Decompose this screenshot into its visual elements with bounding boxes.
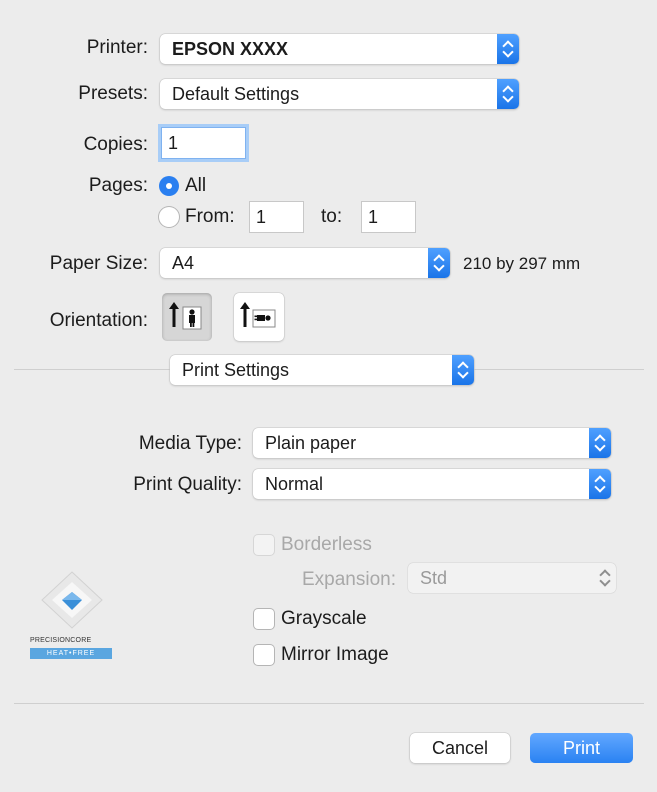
pages-from-label: From: — [185, 206, 235, 227]
expansion-popup[interactable]: Std — [408, 563, 616, 593]
mirror-image-checkbox[interactable] — [254, 645, 274, 665]
print-quality-value: Normal — [265, 474, 324, 494]
logo-text-line2: HEAT•FREE — [30, 648, 112, 659]
landscape-icon — [240, 302, 276, 328]
paper-size-dimensions: 210 by 297 mm — [463, 254, 581, 273]
precisioncore-logo: PRECISIONCORE HEAT•FREE — [26, 568, 118, 666]
pages-to-label: to: — [321, 206, 343, 227]
expansion-value: Std — [420, 568, 448, 588]
paper-size-label: Paper Size: — [49, 253, 148, 274]
paper-size-value: A4 — [172, 253, 195, 273]
copies-field[interactable]: 1 — [162, 128, 245, 158]
pages-from-field[interactable]: 1 — [250, 202, 303, 232]
printer-popup[interactable]: EPSON XXXX — [160, 34, 519, 64]
media-type-label: Media Type: — [138, 433, 242, 454]
grayscale-label: Grayscale — [281, 608, 367, 629]
pages-label: Pages: — [88, 175, 148, 196]
printer-label: Printer: — [86, 37, 148, 58]
presets-popup[interactable]: Default Settings — [160, 79, 519, 109]
orientation-landscape-button[interactable] — [234, 293, 284, 341]
cancel-button[interactable]: Cancel — [410, 733, 510, 763]
section-popup[interactable]: Print Settings — [170, 355, 474, 385]
pages-to-field[interactable]: 1 — [362, 202, 415, 232]
print-dialog: Printer: EPSON XXXX Presets: Default Set… — [0, 0, 657, 792]
copies-label: Copies: — [83, 134, 148, 155]
logo-text-line1: PRECISIONCORE — [30, 637, 92, 644]
borderless-label: Borderless — [281, 534, 372, 555]
media-type-popup[interactable]: Plain paper — [253, 428, 611, 458]
borderless-checkbox[interactable] — [254, 535, 274, 555]
popup-arrows-icon — [497, 79, 519, 109]
section-value: Print Settings — [182, 360, 290, 380]
pages-all-label: All — [185, 175, 207, 196]
mirror-image-label: Mirror Image — [281, 644, 389, 665]
popup-arrows-icon — [497, 34, 519, 64]
popup-arrows-icon — [589, 469, 611, 499]
presets-label: Presets: — [78, 83, 148, 104]
pages-from-radio[interactable] — [159, 207, 179, 227]
orientation-label: Orientation: — [49, 310, 148, 331]
precisioncore-diamond-icon — [41, 571, 103, 629]
presets-value: Default Settings — [172, 84, 300, 104]
paper-size-popup[interactable]: A4 — [160, 248, 450, 278]
grayscale-checkbox[interactable] — [254, 609, 274, 629]
pages-all-radio[interactable] — [159, 176, 179, 196]
portrait-icon — [169, 302, 202, 330]
popup-arrows-icon — [594, 563, 616, 593]
media-type-value: Plain paper — [265, 433, 357, 453]
printer-value: EPSON XXXX — [172, 39, 289, 59]
print-button[interactable]: Print — [530, 733, 633, 763]
print-quality-popup[interactable]: Normal — [253, 469, 611, 499]
expansion-label: Expansion: — [301, 569, 396, 590]
footer-divider — [14, 703, 644, 704]
print-quality-label: Print Quality: — [133, 474, 242, 495]
popup-arrows-icon — [452, 355, 474, 385]
popup-arrows-icon — [589, 428, 611, 458]
popup-arrows-icon — [428, 248, 450, 278]
orientation-portrait-button[interactable] — [162, 293, 212, 341]
